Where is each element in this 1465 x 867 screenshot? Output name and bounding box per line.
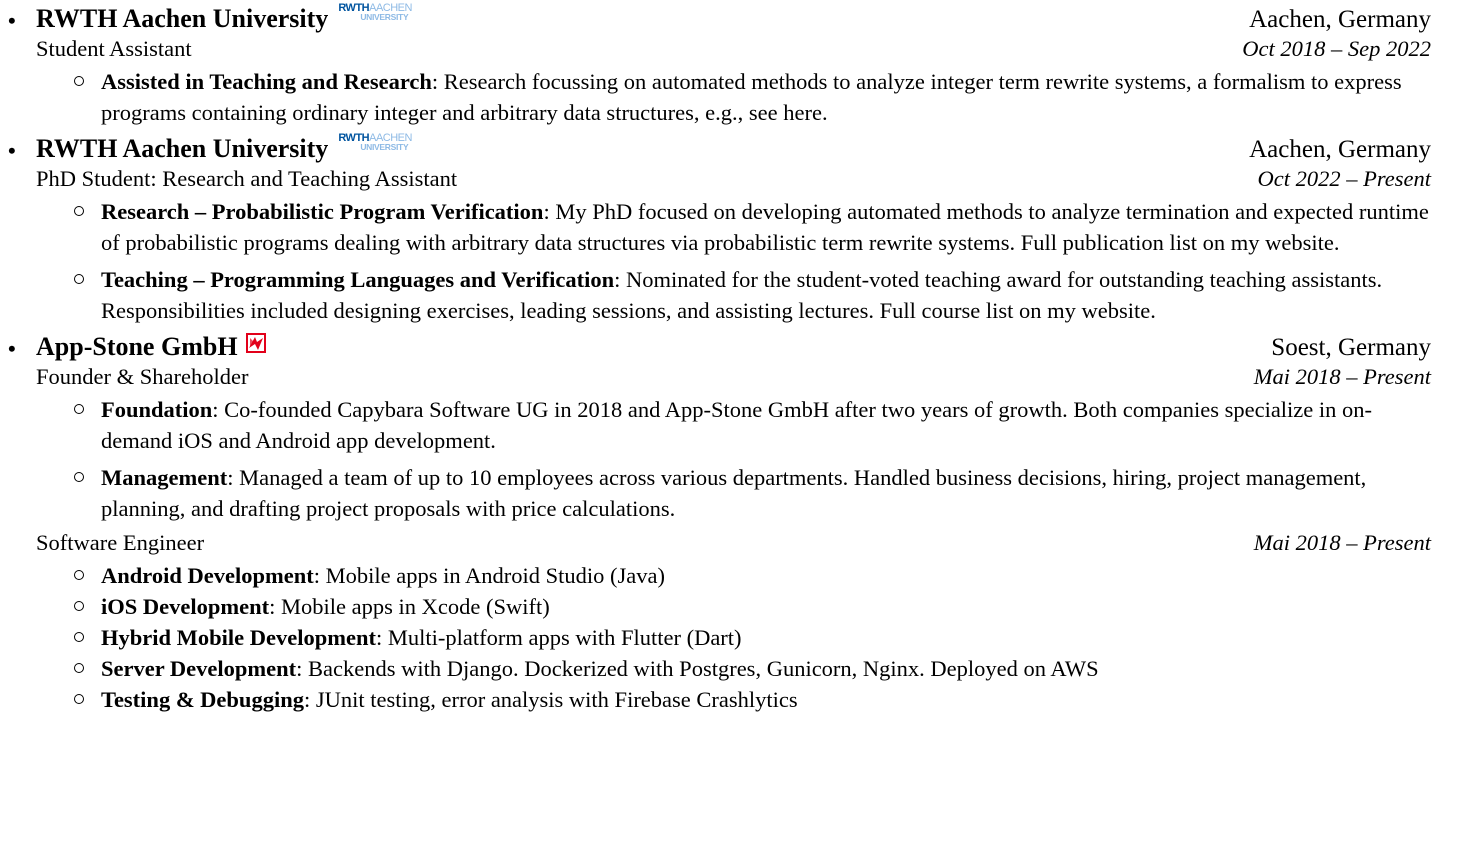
role-row: PhD Student: Research and Teaching Assis… <box>36 164 1431 194</box>
item-label: Management <box>101 465 228 490</box>
experience-entry: • RWTH Aachen University RWTHAACHEN UNIV… <box>0 130 1465 326</box>
role-title: Founder & Shareholder <box>36 364 249 389</box>
rwth-logo-icon: RWTHAACHEN UNIVERSITY <box>338 2 412 22</box>
item-label: Android Development <box>101 563 314 588</box>
item-label: Teaching – Programming Languages and Ver… <box>101 267 615 292</box>
list-item: Server Development: Backends with Django… <box>0 653 1435 684</box>
role-title: Student Assistant <box>36 36 192 61</box>
circle-bullet-icon <box>74 472 84 482</box>
circle-bullet-icon <box>74 663 84 673</box>
role-dates: Mai 2018 – Present <box>1253 364 1431 389</box>
circle-bullet-icon <box>74 76 84 86</box>
list-item: Android Development: Mobile apps in Andr… <box>0 560 1435 591</box>
list-item: Management: Managed a team of up to 10 e… <box>0 462 1435 524</box>
circle-bullet-icon <box>74 601 84 611</box>
circle-bullet-icon <box>74 570 84 580</box>
circle-bullet-icon <box>74 404 84 414</box>
list-item: Hybrid Mobile Development: Multi-platfor… <box>0 622 1435 653</box>
item-label: Foundation <box>101 397 213 422</box>
circle-bullet-icon <box>74 694 84 704</box>
item-label: Testing & Debugging <box>101 687 304 712</box>
role-row: Founder & Shareholder Mai 2018 – Present <box>36 362 1431 392</box>
experience-entry: • RWTH Aachen University RWTHAACHEN UNIV… <box>0 0 1465 128</box>
item-label: Research – Probabilistic Program Verific… <box>101 199 544 224</box>
organization-name: RWTH Aachen University RWTHAACHEN UNIVER… <box>36 2 412 34</box>
list-item: iOS Development: Mobile apps in Xcode (S… <box>0 591 1435 622</box>
list-item: Assisted in Teaching and Research: Resea… <box>0 66 1435 128</box>
rwth-logo-icon: RWTHAACHEN UNIVERSITY <box>338 132 412 152</box>
experience-entry: • App-Stone GmbH Soest, Germany Founder … <box>0 328 1465 715</box>
location: Soest, Germany <box>1271 334 1431 361</box>
location: Aachen, Germany <box>1249 6 1431 33</box>
role-row: Student Assistant Oct 2018 – Sep 2022 <box>36 34 1431 64</box>
role-dates: Mai 2018 – Present <box>1253 530 1431 555</box>
list-item: Foundation: Co-founded Capybara Software… <box>0 394 1435 456</box>
list-item: Research – Probabilistic Program Verific… <box>0 196 1435 258</box>
list-item: Testing & Debugging: JUnit testing, erro… <box>0 684 1435 715</box>
bullet: • <box>8 8 16 33</box>
organization-name: App-Stone GmbH <box>36 332 266 362</box>
bullet: • <box>8 138 16 163</box>
circle-bullet-icon <box>74 632 84 642</box>
cv-experience-section: • RWTH Aachen University RWTHAACHEN UNIV… <box>0 0 1465 867</box>
role-title: Software Engineer <box>36 530 205 555</box>
role-dates: Oct 2018 – Sep 2022 <box>1242 36 1431 61</box>
item-label: iOS Development <box>101 594 270 619</box>
role-row: Software Engineer Mai 2018 – Present <box>36 528 1431 558</box>
item-label: Server Development <box>101 656 297 681</box>
circle-bullet-icon <box>74 206 84 216</box>
organization-name: RWTH Aachen University RWTHAACHEN UNIVER… <box>36 132 412 164</box>
location: Aachen, Germany <box>1249 136 1431 163</box>
item-label: Assisted in Teaching and Research <box>101 69 432 94</box>
item-label: Hybrid Mobile Development <box>101 625 376 650</box>
role-title: PhD Student: Research and Teaching Assis… <box>36 166 458 191</box>
app-stone-logo-icon <box>245 333 266 353</box>
bullet: • <box>8 336 16 361</box>
role-dates: Oct 2022 – Present <box>1257 166 1431 191</box>
list-item: Teaching – Programming Languages and Ver… <box>0 264 1435 326</box>
circle-bullet-icon <box>74 274 84 284</box>
